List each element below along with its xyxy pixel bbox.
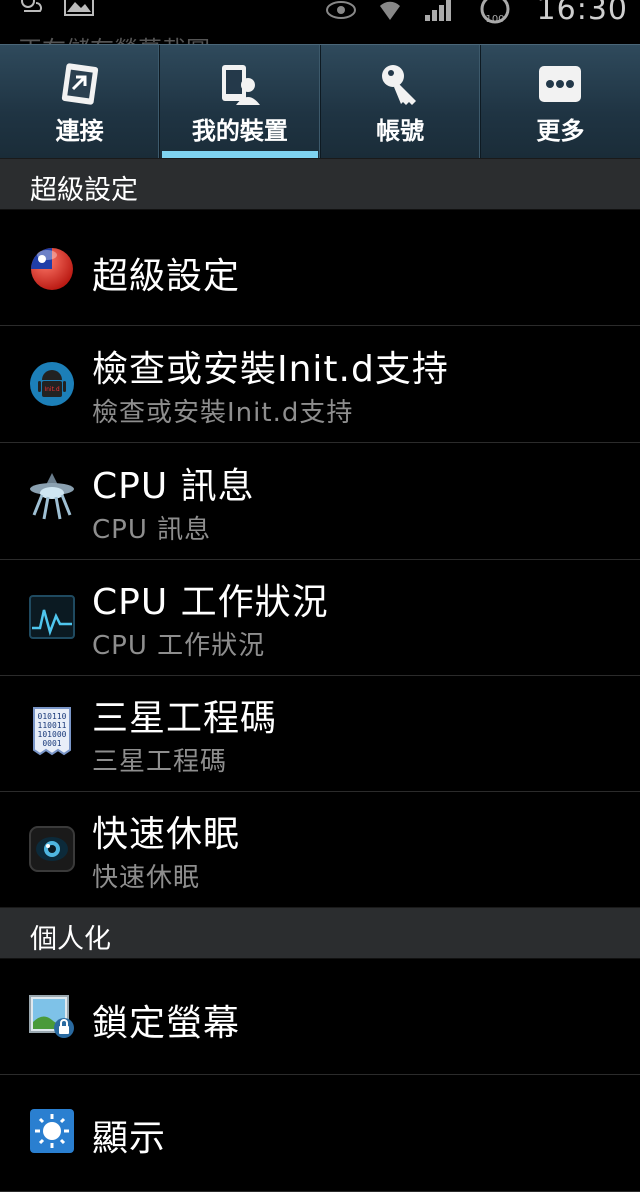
svg-text:Init.d: Init.d <box>44 386 59 393</box>
section-header-personalization: 個人化 <box>0 907 640 959</box>
item-title: 超級設定 <box>92 256 241 297</box>
item-title: 鎖定螢幕 <box>92 1003 241 1044</box>
signal-icon <box>424 0 451 21</box>
svg-text:010110: 010110 <box>38 712 67 721</box>
list-item-samsung-codes[interactable]: 010110 110011 101000 0001 三星工程碼 三星工程碼 <box>0 675 640 792</box>
weather-icon <box>21 0 42 12</box>
list-item-init-d[interactable]: Init.d 檢查或安裝Init.d支持 檢查或安裝Init.d支持 <box>0 326 640 443</box>
item-title: CPU 工作狀況 <box>92 582 329 623</box>
svg-text:110011: 110011 <box>38 721 67 730</box>
svg-text:100: 100 <box>485 14 504 25</box>
item-title: 三星工程碼 <box>92 698 278 739</box>
display-icon <box>30 1109 74 1153</box>
item-subtitle: 三星工程碼 <box>92 747 228 777</box>
tab-more[interactable]: 更多 <box>481 45 640 159</box>
svg-text:0001: 0001 <box>42 739 61 748</box>
battery-icon: 100 <box>480 0 510 25</box>
wifi-icon <box>379 1 400 20</box>
list-item-display[interactable]: 顯示 <box>0 1075 640 1192</box>
list-item-cpu-status[interactable]: CPU 工作狀況 CPU 工作狀況 <box>0 559 640 676</box>
quick-sleep-icon <box>29 826 75 872</box>
taiwan-flag-icon <box>31 248 73 290</box>
lock-screen-icon <box>29 995 74 1038</box>
android-robot-icon: Init.d <box>30 362 74 406</box>
settings-tab-bar: 連接 我的裝置 帳號 更多 <box>0 44 640 159</box>
item-subtitle: 快速休眠 <box>92 863 201 893</box>
status-bar: 正在儲存螢幕截圖 100 16:30 <box>0 0 640 44</box>
tab-my-device[interactable]: 我的裝置 <box>160 45 321 159</box>
list-item-quick-sleep[interactable]: 快速休眠 快速休眠 <box>0 791 640 908</box>
gallery-icon <box>64 0 94 16</box>
item-title: CPU 訊息 <box>92 466 255 507</box>
section-header-super-settings: 超級設定 <box>0 158 640 210</box>
item-title: 快速休眠 <box>92 814 241 855</box>
tab-accounts[interactable]: 帳號 <box>321 45 481 159</box>
list-item-cpu-info[interactable]: CPU 訊息 CPU 訊息 <box>0 443 640 560</box>
svg-text:101000: 101000 <box>38 730 67 739</box>
list-item-super-settings[interactable]: 超級設定 <box>0 209 640 326</box>
notification-ticker: 正在儲存螢幕截圖 <box>18 30 210 44</box>
item-title: 顯示 <box>92 1118 167 1159</box>
item-subtitle: 檢查或安裝Init.d支持 <box>92 398 354 428</box>
cpu-info-icon <box>30 473 74 520</box>
my-device-icon <box>221 65 260 105</box>
item-subtitle: CPU 訊息 <box>92 515 212 545</box>
more-icon <box>539 66 582 102</box>
binary-code-icon: 010110 110011 101000 0001 <box>33 707 71 756</box>
cpu-monitor-icon <box>29 595 75 639</box>
list-item-lock-screen[interactable]: 鎖定螢幕 <box>0 958 640 1075</box>
eye-icon <box>325 0 356 19</box>
item-title: 檢查或安裝Init.d支持 <box>92 349 449 390</box>
accounts-key-icon <box>382 65 417 105</box>
tab-connections[interactable]: 連接 <box>0 45 161 159</box>
clock: 16:30 <box>536 0 628 27</box>
connections-icon <box>61 63 98 105</box>
item-subtitle: CPU 工作狀況 <box>92 631 266 661</box>
